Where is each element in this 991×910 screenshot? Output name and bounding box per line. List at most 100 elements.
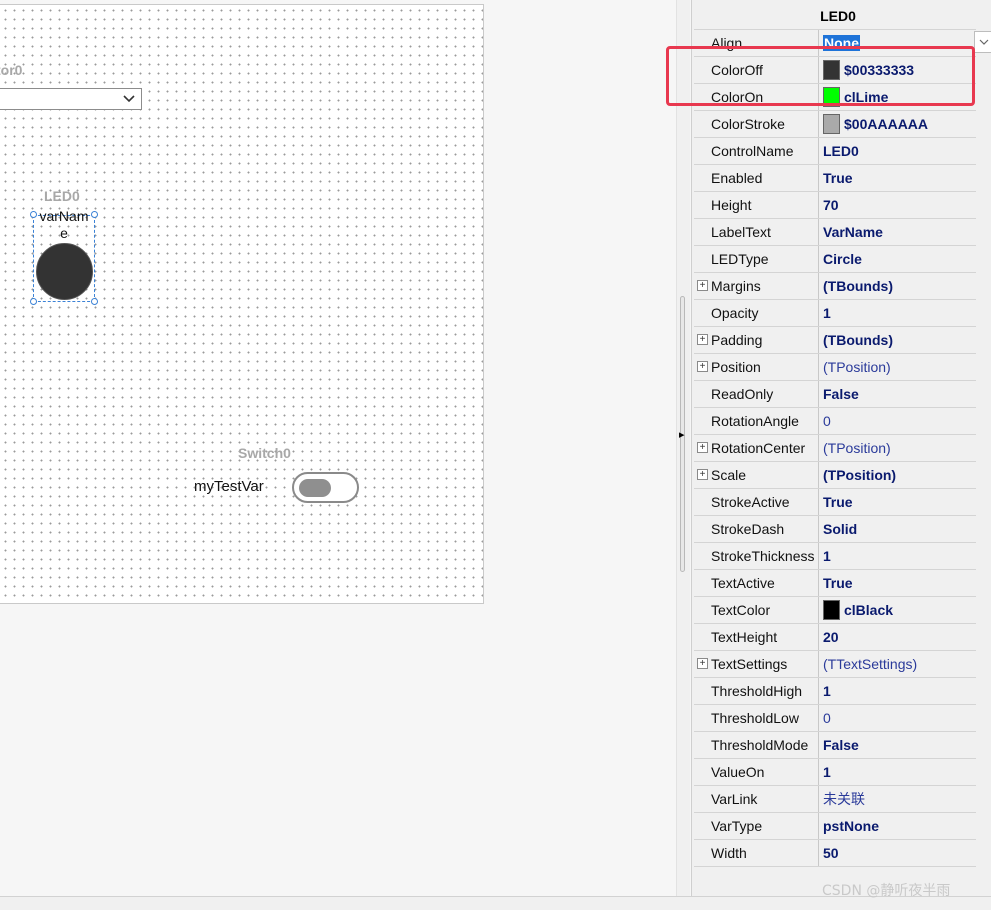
property-row[interactable]: ColorStroke $00AAAAAA — [694, 111, 976, 138]
property-name[interactable]: Enabled — [694, 165, 819, 191]
property-name[interactable]: Height — [694, 192, 819, 218]
property-name[interactable]: ThresholdLow — [694, 705, 819, 731]
property-value[interactable]: 未关联 — [819, 786, 976, 812]
chevron-right-icon[interactable]: ▸ — [679, 428, 685, 441]
property-row[interactable]: + RotationCenter (TPosition) — [694, 435, 976, 462]
property-name[interactable]: LEDType — [694, 246, 819, 272]
property-name[interactable]: Opacity — [694, 300, 819, 326]
panel-splitter[interactable]: ▸ — [676, 0, 690, 896]
expand-plus-icon[interactable]: + — [697, 469, 708, 480]
property-row[interactable]: + Scale (TPosition) — [694, 462, 976, 489]
property-value[interactable]: (TPosition) — [819, 354, 976, 380]
property-value[interactable]: True — [819, 489, 976, 515]
expand-plus-icon[interactable]: + — [697, 361, 708, 372]
property-name[interactable]: VarType — [694, 813, 819, 839]
property-name[interactable]: StrokeThickness — [694, 543, 819, 569]
property-value[interactable]: False — [819, 381, 976, 407]
property-row[interactable]: LEDType Circle — [694, 246, 976, 273]
property-value[interactable]: False — [819, 732, 976, 758]
property-row[interactable]: Height 70 — [694, 192, 976, 219]
property-row[interactable]: + Position (TPosition) — [694, 354, 976, 381]
property-row[interactable]: TextHeight 20 — [694, 624, 976, 651]
property-value[interactable]: (TTextSettings) — [819, 651, 976, 677]
property-row[interactable]: StrokeDash Solid — [694, 516, 976, 543]
property-name[interactable]: ValueOn — [694, 759, 819, 785]
property-row[interactable]: Width 50 — [694, 840, 976, 867]
expand-plus-icon[interactable]: + — [697, 334, 708, 345]
expand-plus-icon[interactable]: + — [697, 442, 708, 453]
expand-plus-icon[interactable]: + — [697, 658, 708, 669]
expand-plus-icon[interactable]: + — [697, 280, 708, 291]
resize-handle-top-right[interactable] — [91, 211, 98, 218]
property-value[interactable]: 1 — [819, 759, 976, 785]
property-name[interactable]: LabelText — [694, 219, 819, 245]
property-name[interactable]: + Margins — [694, 273, 819, 299]
property-row[interactable]: StrokeActive True — [694, 489, 976, 516]
property-value[interactable]: (TBounds) — [819, 273, 976, 299]
property-row[interactable]: + Margins (TBounds) — [694, 273, 976, 300]
property-name[interactable]: StrokeActive — [694, 489, 819, 515]
property-name[interactable]: Width — [694, 840, 819, 866]
design-canvas[interactable]: tor0 LED0 varName Switch0 myTestVar — [0, 4, 484, 604]
property-name[interactable]: TextActive — [694, 570, 819, 596]
toggle-switch-thumb[interactable] — [299, 479, 331, 497]
property-name[interactable]: ControlName — [694, 138, 819, 164]
property-value[interactable]: (TPosition) — [819, 435, 976, 461]
property-row[interactable]: LabelText VarName — [694, 219, 976, 246]
property-name[interactable]: + TextSettings — [694, 651, 819, 677]
property-row[interactable]: Enabled True — [694, 165, 976, 192]
resize-handle-bottom-left[interactable] — [30, 298, 37, 305]
property-row[interactable]: ThresholdLow 0 — [694, 705, 976, 732]
resize-handle-top-left[interactable] — [30, 211, 37, 218]
selector-combobox[interactable] — [0, 88, 142, 110]
property-value[interactable]: 1 — [819, 300, 976, 326]
toggle-switch[interactable] — [292, 472, 359, 503]
property-row[interactable]: VarType pstNone — [694, 813, 976, 840]
property-value[interactable]: 20 — [819, 624, 976, 650]
property-name[interactable]: + RotationCenter — [694, 435, 819, 461]
property-name[interactable]: VarLink — [694, 786, 819, 812]
property-name[interactable]: TextColor — [694, 597, 819, 623]
chevron-down-icon[interactable] — [974, 31, 991, 53]
property-name[interactable]: TextHeight — [694, 624, 819, 650]
property-row[interactable]: ThresholdMode False — [694, 732, 976, 759]
property-value[interactable]: 1 — [819, 678, 976, 704]
property-row[interactable]: + TextSettings (TTextSettings) — [694, 651, 976, 678]
property-value[interactable]: clBlack — [819, 597, 976, 623]
property-row[interactable]: StrokeThickness 1 — [694, 543, 976, 570]
property-name[interactable]: ThresholdHigh — [694, 678, 819, 704]
property-value[interactable]: True — [819, 165, 976, 191]
property-value[interactable]: 0 — [819, 408, 976, 434]
property-name[interactable]: ThresholdMode — [694, 732, 819, 758]
property-value[interactable]: $00AAAAAA — [819, 111, 976, 137]
property-row[interactable]: TextActive True — [694, 570, 976, 597]
led-indicator[interactable] — [36, 243, 93, 300]
property-value[interactable]: 50 — [819, 840, 976, 866]
property-name[interactable]: ReadOnly — [694, 381, 819, 407]
property-value[interactable]: Solid — [819, 516, 976, 542]
property-row[interactable]: Opacity 1 — [694, 300, 976, 327]
property-row[interactable]: ControlName LED0 — [694, 138, 976, 165]
property-name[interactable]: + Position — [694, 354, 819, 380]
property-name[interactable]: StrokeDash — [694, 516, 819, 542]
property-value[interactable]: pstNone — [819, 813, 976, 839]
resize-handle-bottom-right[interactable] — [91, 298, 98, 305]
property-row[interactable]: VarLink 未关联 — [694, 786, 976, 813]
property-row[interactable]: ReadOnly False — [694, 381, 976, 408]
property-name[interactable]: ColorStroke — [694, 111, 819, 137]
property-row[interactable]: ThresholdHigh 1 — [694, 678, 976, 705]
property-name[interactable]: + Scale — [694, 462, 819, 488]
property-row[interactable]: RotationAngle 0 — [694, 408, 976, 435]
property-name[interactable]: RotationAngle — [694, 408, 819, 434]
property-value[interactable]: 1 — [819, 543, 976, 569]
property-value[interactable]: 70 — [819, 192, 976, 218]
property-value[interactable]: (TBounds) — [819, 327, 976, 353]
property-value[interactable]: 0 — [819, 705, 976, 731]
property-row[interactable]: ValueOn 1 — [694, 759, 976, 786]
property-value[interactable]: LED0 — [819, 138, 976, 164]
property-name[interactable]: + Padding — [694, 327, 819, 353]
property-value[interactable]: (TPosition) — [819, 462, 976, 488]
property-row[interactable]: + Padding (TBounds) — [694, 327, 976, 354]
property-value[interactable]: Circle — [819, 246, 976, 272]
property-value[interactable]: True — [819, 570, 976, 596]
